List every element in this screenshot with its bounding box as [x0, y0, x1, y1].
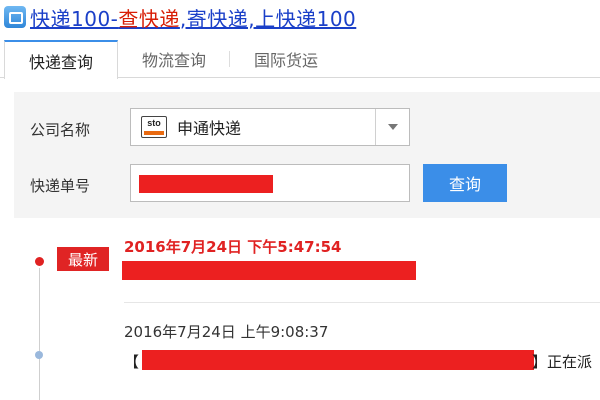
redaction-block: [142, 350, 534, 370]
sto-logo-text: sto: [147, 118, 161, 128]
chevron-down-icon[interactable]: [375, 109, 409, 145]
timeline-divider: [124, 302, 600, 303]
company-label: 公司名称: [30, 121, 91, 139]
tab-logistics-query[interactable]: 物流查询: [118, 40, 231, 78]
site-title-part3: ,寄快递,上快递100: [179, 6, 357, 31]
tab-international-freight[interactable]: 国际货运: [230, 40, 342, 78]
site-title-highlight: 查快递: [118, 6, 180, 31]
sto-logo-bar: [144, 131, 164, 135]
timeline-dot-latest: [35, 257, 44, 266]
app-logo-icon: [4, 6, 26, 28]
tracking-number-input[interactable]: [130, 164, 410, 202]
entry-open-bracket: 【: [124, 353, 140, 371]
redaction-block: [122, 261, 416, 280]
redaction-block: [139, 175, 273, 193]
tab-express-query[interactable]: 快递查询: [4, 40, 119, 79]
page-header: 快递100-查快递,寄快递,上快递100: [0, 0, 600, 34]
tab-label: 物流查询: [142, 51, 207, 70]
site-title-link[interactable]: 快递100-查快递,寄快递,上快递100: [30, 3, 356, 32]
timeline-line: [39, 268, 40, 400]
tracking-number-label: 快递单号: [30, 177, 91, 195]
tab-label: 国际货运: [254, 51, 319, 70]
entry-tail-text: 】正在派: [532, 353, 593, 371]
tab-bar: 快递查询 物流查询 国际货运: [0, 40, 600, 79]
query-form: 公司名称 sto 申通快递 快递单号 查询: [14, 92, 600, 218]
entry-time-latest: 2016年7月24日 下午5:47:54: [124, 238, 342, 256]
sto-logo-icon: sto: [141, 116, 167, 138]
timeline-dot: [35, 351, 43, 359]
query-button[interactable]: 查询: [423, 164, 507, 202]
company-select-value: 申通快递: [177, 119, 242, 138]
tab-label: 快递查询: [29, 52, 94, 72]
site-title-part1: 快递100-: [30, 6, 119, 31]
entry-time: 2016年7月24日 上午9:08:37: [124, 323, 329, 341]
latest-badge: 最新: [57, 247, 109, 271]
company-select[interactable]: sto 申通快递: [130, 108, 410, 146]
